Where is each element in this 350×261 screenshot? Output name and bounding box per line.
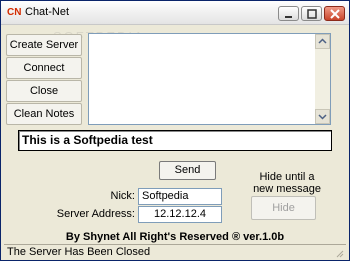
hide-button[interactable]: Hide bbox=[251, 196, 316, 220]
minimize-button[interactable] bbox=[278, 6, 299, 21]
close-icon bbox=[330, 9, 340, 19]
clean-notes-button[interactable]: Clean Notes bbox=[6, 103, 82, 125]
minimize-icon bbox=[285, 16, 292, 18]
chat-scrollbar[interactable] bbox=[315, 34, 330, 124]
nick-label: Nick: bbox=[110, 190, 135, 202]
resize-grip-icon[interactable] bbox=[334, 248, 344, 258]
status-text: The Server Has Been Closed bbox=[7, 246, 151, 258]
connect-button[interactable]: Connect bbox=[6, 57, 82, 79]
create-server-button[interactable]: Create Server bbox=[6, 34, 82, 56]
close-window-button[interactable] bbox=[324, 6, 345, 21]
window-title: Chat-Net bbox=[25, 6, 70, 18]
server-address-field[interactable]: 12.12.12.4 bbox=[138, 206, 222, 223]
chat-log[interactable] bbox=[88, 33, 331, 125]
close-button[interactable]: Close bbox=[6, 80, 82, 102]
send-button[interactable]: Send bbox=[159, 161, 216, 180]
app-icon: CN bbox=[7, 7, 22, 18]
message-input[interactable]: This is a Softpedia test bbox=[18, 130, 332, 151]
footer-credits: By Shynet All Right's Reserved ® ver.1.0… bbox=[65, 231, 285, 243]
maximize-button[interactable] bbox=[301, 6, 322, 21]
server-address-label: Server Address: bbox=[56, 208, 135, 220]
status-bar: The Server Has Been Closed bbox=[4, 244, 346, 259]
scroll-down-button[interactable] bbox=[315, 109, 330, 124]
chevron-up-icon bbox=[318, 38, 327, 44]
chat-net-window: CN Chat-Net SOFTPEDIA Create Server Conn… bbox=[0, 0, 350, 261]
nick-field[interactable]: Softpedia bbox=[138, 188, 222, 205]
maximize-icon bbox=[307, 9, 317, 19]
scroll-up-button[interactable] bbox=[315, 34, 330, 49]
chevron-down-icon bbox=[318, 114, 327, 120]
title-bar[interactable]: CN Chat-Net bbox=[1, 1, 349, 25]
